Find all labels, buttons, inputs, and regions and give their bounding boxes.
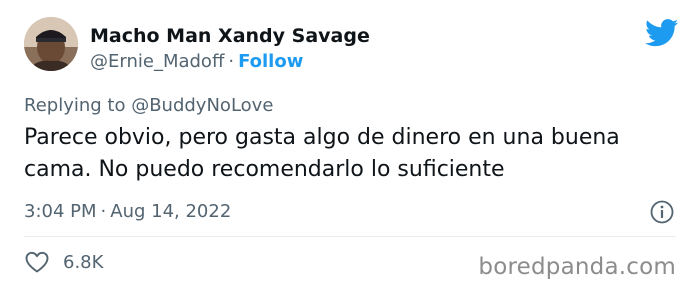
replying-to: Replying to @BuddyNoLove bbox=[24, 95, 273, 117]
avatar[interactable] bbox=[24, 17, 78, 71]
tweet-date: Aug 14, 2022 bbox=[110, 201, 232, 222]
like-count: 6.8K bbox=[63, 252, 104, 273]
watermark: boredpanda.com bbox=[478, 254, 676, 280]
follow-button[interactable]: Follow bbox=[238, 51, 303, 72]
separator-dot: · bbox=[100, 201, 107, 222]
info-icon[interactable] bbox=[649, 199, 675, 225]
heart-icon[interactable] bbox=[24, 250, 50, 274]
tweet-time: 3:04 PM bbox=[24, 201, 97, 222]
avatar-image bbox=[24, 17, 78, 71]
replying-to-prefix: Replying to bbox=[24, 95, 132, 116]
author-display-name[interactable]: Macho Man Xandy Savage bbox=[90, 24, 370, 48]
replying-to-handle[interactable]: @BuddyNoLove bbox=[131, 95, 273, 116]
tweet-text: Parece obvio, pero gasta algo de dinero … bbox=[24, 125, 620, 182]
author-handle-row: @Ernie_Madoff · Follow bbox=[90, 51, 303, 73]
twitter-bird-icon[interactable] bbox=[645, 19, 679, 47]
separator-dot: · bbox=[228, 51, 235, 72]
tweet-timestamp[interactable]: 3:04 PM · Aug 14, 2022 bbox=[24, 201, 231, 223]
divider bbox=[24, 236, 676, 237]
author-handle[interactable]: @Ernie_Madoff bbox=[90, 51, 224, 72]
